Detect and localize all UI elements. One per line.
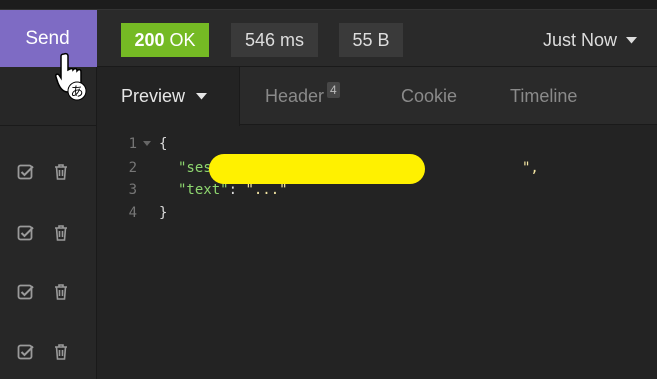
param-row-3 — [17, 280, 81, 304]
send-button-label: Send — [25, 27, 70, 49]
code-line: 1 { — [97, 133, 657, 155]
ime-glyph: あ — [70, 85, 83, 100]
code-text: ", — [522, 157, 539, 179]
line-number: 3 — [128, 182, 137, 198]
tab-timeline[interactable]: Timeline — [510, 67, 577, 125]
tab-timeline-label: Timeline — [510, 85, 578, 106]
redaction-highlight — [209, 154, 425, 184]
trash-icon[interactable] — [53, 283, 69, 301]
tab-cookie[interactable]: Cookie — [401, 67, 457, 125]
json-string-close: ", — [522, 160, 539, 176]
history-label: Just Now — [542, 29, 617, 50]
tab-preview-label: Preview — [121, 86, 186, 106]
trash-icon[interactable] — [53, 224, 69, 242]
line-number: 1 — [128, 136, 137, 152]
response-tabs: Preview Header 4 Cookie Timeline — [97, 67, 657, 126]
response-time-badge: 546 ms — [231, 23, 318, 57]
line-number: 2 — [128, 160, 137, 176]
response-size-badge: 55 B — [339, 23, 403, 57]
trash-icon[interactable] — [53, 343, 69, 361]
param-row-2 — [17, 221, 81, 245]
status-text: OK — [169, 29, 196, 50]
window-top-edge — [0, 0, 657, 10]
code-text: { — [159, 136, 168, 152]
tab-cookie-label: Cookie — [401, 85, 458, 106]
checkbox-icon[interactable] — [17, 283, 35, 301]
param-row-4 — [17, 340, 81, 364]
hand-cursor-icon: あ — [55, 52, 87, 101]
panel-divider — [0, 125, 97, 126]
trash-icon[interactable] — [53, 163, 69, 181]
tab-header-label: Header — [265, 85, 325, 106]
fold-arrow-icon[interactable] — [143, 141, 151, 146]
response-status-bar: 200 OK 546 ms 55 B Just Now — [97, 10, 657, 67]
tab-header[interactable]: Header 4 — [265, 67, 340, 125]
json-colon: : — [228, 182, 246, 198]
json-key: "text" — [178, 182, 229, 198]
code-line: 4 } — [97, 202, 657, 224]
caret-down-icon — [196, 93, 208, 100]
checkbox-icon[interactable] — [17, 343, 35, 361]
line-number: 4 — [128, 205, 137, 221]
status-badge: 200 OK — [121, 23, 209, 57]
checkbox-icon[interactable] — [17, 224, 35, 242]
header-count-badge: 4 — [327, 82, 340, 98]
param-row-1 — [17, 160, 81, 184]
history-dropdown[interactable]: Just Now — [543, 23, 637, 57]
code-text: } — [159, 205, 168, 221]
checkbox-icon[interactable] — [17, 163, 35, 181]
status-code: 200 — [134, 29, 165, 50]
caret-down-icon — [626, 36, 637, 43]
tab-preview[interactable]: Preview — [97, 67, 240, 126]
json-string: "..." — [245, 182, 288, 198]
